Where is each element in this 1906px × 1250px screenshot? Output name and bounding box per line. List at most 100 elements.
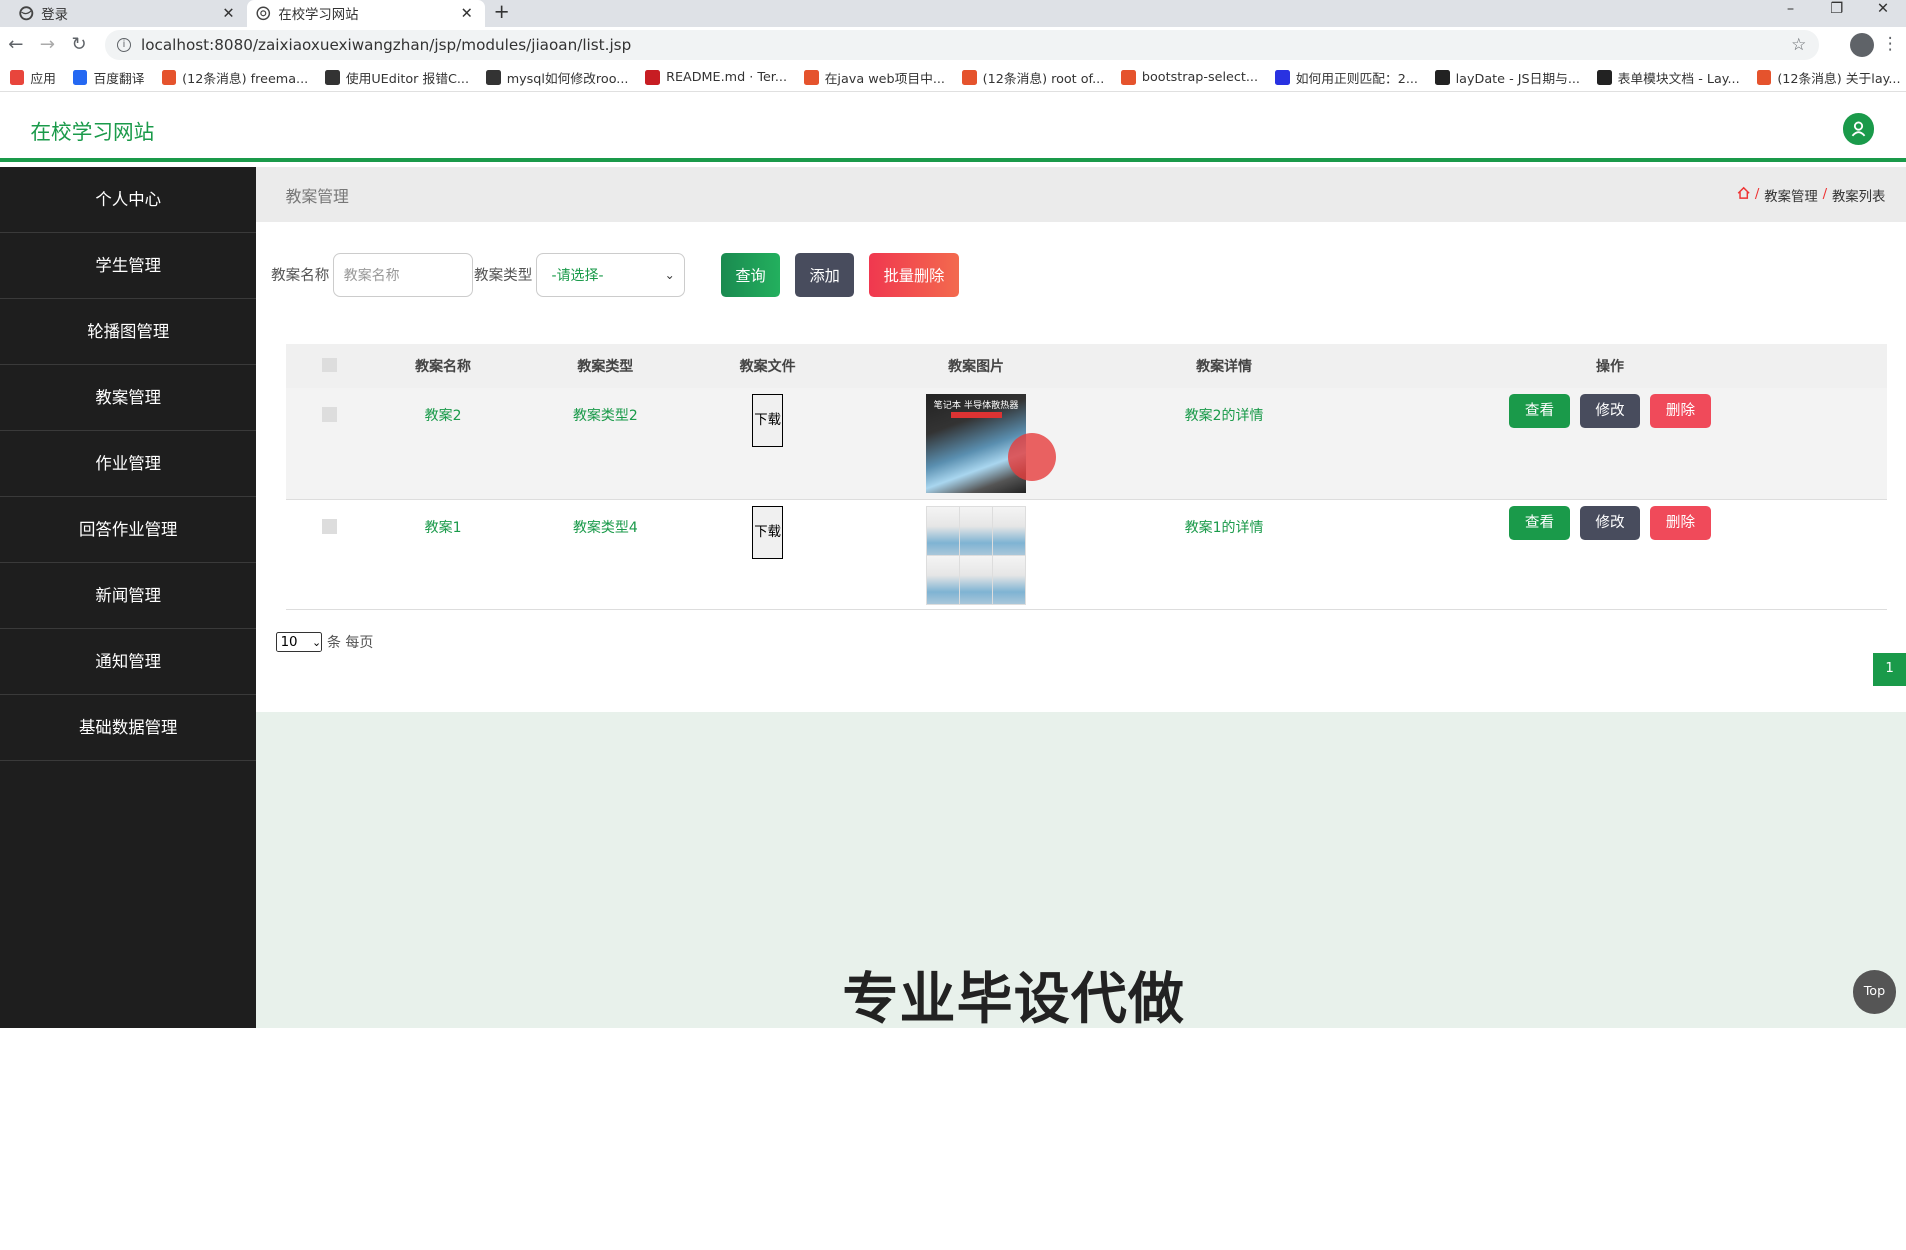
edit-button[interactable]: 修改: [1579, 505, 1641, 540]
site-title[interactable]: 在校学习网站: [30, 115, 154, 145]
user-avatar-icon[interactable]: [1842, 113, 1875, 145]
bookmark-icon: [486, 69, 501, 85]
title-bar: 教案管理 / 教案管理 / 教案列表: [256, 166, 1906, 223]
back-to-top-button[interactable]: Top: [1852, 970, 1897, 1014]
bookmark-item[interactable]: layDate - JS日期与...: [1435, 68, 1580, 87]
main-content: 教案管理 / 教案管理 / 教案列表 教案名称 教案名称 教案类型 -请选择-: [256, 166, 1906, 1029]
row-checkbox[interactable]: [322, 407, 337, 422]
page-size-control: 10 ⌄ 条 每页: [275, 632, 373, 652]
sidebar-item-lesson-plans[interactable]: 教案管理: [0, 365, 257, 431]
header-name: 教案名称: [415, 358, 471, 375]
new-tab-button[interactable]: +: [494, 0, 510, 27]
bookmark-icon: [1275, 69, 1290, 85]
sidebar-item-carousel[interactable]: 轮播图管理: [0, 299, 257, 365]
bookmark-item[interactable]: 应用: [9, 68, 56, 87]
row-name: 教案2: [424, 407, 462, 424]
delete-button[interactable]: 删除: [1650, 505, 1711, 540]
header-image: 教案图片: [948, 358, 1005, 375]
bookmark-icon: [1435, 69, 1450, 85]
lesson-plan-table: 教案名称 教案类型 教案文件 教案图片 教案详情 操作 教案2 教案类型2 下载…: [285, 344, 1887, 611]
close-icon[interactable]: ✕: [461, 5, 473, 22]
sidebar-item-homework-answers[interactable]: 回答作业管理: [0, 497, 257, 563]
row-detail: 教案2的详情: [1184, 407, 1264, 424]
header-file: 教案文件: [739, 358, 796, 375]
bookmark-item[interactable]: 在java web项目中...: [804, 68, 945, 87]
view-button[interactable]: 查看: [1509, 393, 1570, 428]
download-button[interactable]: 下载: [751, 505, 784, 560]
menu-icon[interactable]: ⋮: [1882, 34, 1899, 54]
forward-icon[interactable]: →: [32, 34, 64, 55]
reload-icon[interactable]: ↻: [63, 34, 95, 55]
sidebar-item-news[interactable]: 新闻管理: [0, 563, 257, 629]
bookmark-icon: [1597, 69, 1612, 85]
page-number-button[interactable]: 1: [1873, 652, 1906, 686]
star-icon[interactable]: ☆: [1791, 35, 1806, 55]
lesson-image[interactable]: [926, 505, 1026, 606]
download-button[interactable]: 下载: [751, 393, 784, 448]
batch-delete-button[interactable]: 批量删除: [869, 252, 959, 297]
tab-site[interactable]: 在校学习网站 ✕: [246, 0, 486, 27]
header-actions: 操作: [1596, 358, 1624, 375]
bookmark-item[interactable]: bootstrap-select...: [1121, 70, 1258, 85]
bookmark-item[interactable]: 表单模块文档 - Lay...: [1597, 68, 1740, 87]
breadcrumb-item[interactable]: 教案管理: [1764, 185, 1817, 205]
profile-icon[interactable]: [1850, 32, 1875, 58]
chevron-down-icon: ⌄: [664, 267, 675, 282]
close-window-icon[interactable]: ✕: [1860, 0, 1906, 27]
bookmark-icon: [161, 69, 177, 85]
breadcrumb: / 教案管理 / 教案列表: [1737, 185, 1886, 205]
sidebar-item-notices[interactable]: 通知管理: [0, 629, 257, 695]
query-button[interactable]: 查询: [720, 252, 781, 297]
select-all-checkbox[interactable]: [322, 357, 337, 373]
bookmark-item[interactable]: (12条消息) 关于lay...: [1756, 68, 1901, 87]
browser-tabstrip: 登录 ✕ 在校学习网站 ✕ + – ❐ ✕: [0, 0, 1906, 27]
sidebar: 个人中心 学生管理 轮播图管理 教案管理 作业管理 回答作业管理 新闻管理 通知…: [0, 166, 257, 1029]
bookmark-label: (12条消息) freema...: [182, 71, 309, 87]
url-bar[interactable]: i localhost:8080/zaixiaoxuexiwangzhan/js…: [104, 30, 1819, 60]
edit-button[interactable]: 修改: [1579, 393, 1641, 428]
bookmark-item[interactable]: README.md · Ter...: [645, 70, 787, 85]
sidebar-item-personal[interactable]: 个人中心: [0, 167, 257, 233]
bookmark-item[interactable]: 如何用正则匹配：2...: [1275, 68, 1418, 87]
table-row: 教案2 教案类型2 下载 笔记本 半导体散热器 教案2的详情 查看 修改 删除: [285, 387, 1887, 500]
bookmark-icon: [804, 69, 819, 85]
row-checkbox[interactable]: [322, 519, 337, 534]
row-detail: 教案1的详情: [1184, 519, 1264, 536]
bookmark-label: 在java web项目中...: [824, 71, 945, 87]
chevron-down-icon: ⌄: [311, 635, 322, 649]
sidebar-item-base-data[interactable]: 基础数据管理: [0, 695, 257, 761]
table-header: 教案名称 教案类型 教案文件 教案图片 教案详情 操作: [285, 344, 1887, 388]
restore-icon[interactable]: ❐: [1814, 0, 1860, 27]
minimize-icon[interactable]: –: [1767, 0, 1813, 27]
add-button[interactable]: 添加: [794, 252, 855, 297]
site-header: 在校学习网站: [0, 93, 1906, 162]
site-icon: [256, 6, 271, 21]
home-icon[interactable]: [1737, 186, 1750, 203]
tab-login[interactable]: 登录 ✕: [10, 0, 247, 27]
close-icon[interactable]: ✕: [222, 5, 234, 22]
bookmark-icon: [1121, 69, 1136, 85]
view-button[interactable]: 查看: [1509, 505, 1570, 540]
type-select[interactable]: -请选择- ⌄: [535, 252, 686, 297]
row-type: 教案类型4: [572, 519, 638, 536]
bookmark-item[interactable]: (12条消息) root of...: [962, 68, 1104, 87]
bookmark-item[interactable]: (12条消息) freema...: [161, 68, 309, 87]
page-title: 教案管理: [285, 186, 349, 206]
globe-icon: [19, 6, 34, 21]
page-size-select[interactable]: 10 ⌄: [275, 632, 323, 652]
bookmark-item[interactable]: 使用UEditor 报错C...: [325, 68, 469, 87]
info-icon[interactable]: i: [116, 37, 132, 53]
bookmark-item[interactable]: mysql如何修改roo...: [486, 68, 628, 87]
row-name: 教案1: [424, 519, 462, 536]
sidebar-item-students[interactable]: 学生管理: [0, 233, 257, 299]
type-label: 教案类型: [474, 267, 533, 285]
sidebar-item-homework[interactable]: 作业管理: [0, 431, 257, 497]
name-search-input[interactable]: 教案名称: [333, 252, 473, 297]
url-text: localhost:8080/zaixiaoxuexiwangzhan/jsp/…: [140, 35, 632, 54]
bookmarks-bar: 应用 百度翻译 (12条消息) freema... 使用UEditor 报错C... m…: [0, 63, 1906, 93]
tab-label: 在校学习网站: [278, 8, 359, 24]
breadcrumb-item: 教案列表: [1831, 189, 1886, 205]
bookmark-item[interactable]: 百度翻译: [72, 68, 145, 87]
delete-button[interactable]: 删除: [1650, 393, 1711, 428]
back-icon[interactable]: ←: [0, 34, 32, 55]
